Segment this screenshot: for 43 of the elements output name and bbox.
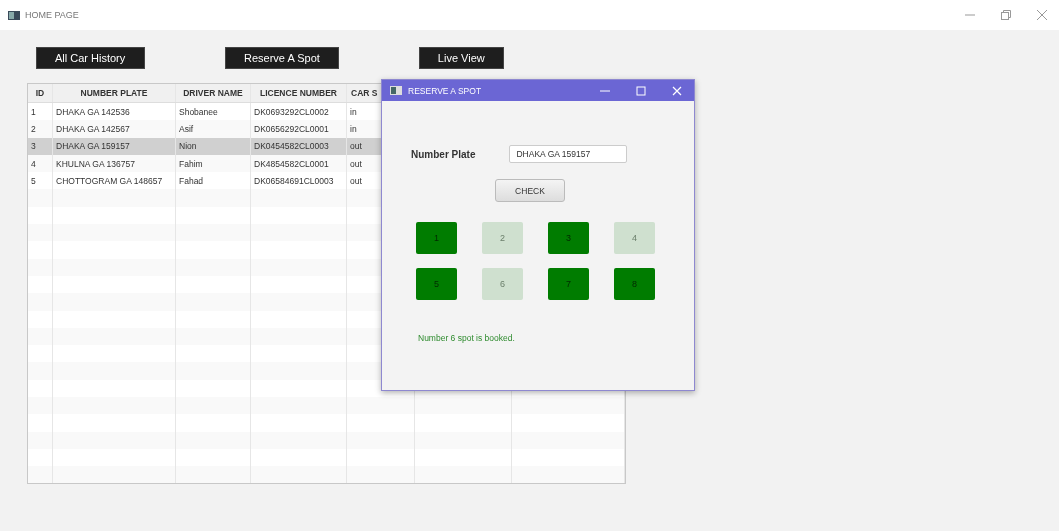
column-header[interactable]: ID	[35, 88, 45, 98]
dialog-title: RESERVE A SPOT	[408, 85, 482, 96]
app-icon	[8, 10, 20, 20]
table-cell: out	[350, 175, 362, 186]
table-cell: DK4854582CL0001	[254, 158, 329, 169]
table-cell: KHULNA GA 136757	[56, 158, 135, 169]
table-cell: CHOTTOGRAM GA 148657	[56, 175, 163, 186]
table-cell: out	[350, 158, 362, 169]
table-cell: Nion	[179, 141, 197, 152]
column-header[interactable]: NUMBER PLATE	[80, 88, 148, 98]
table-cell: DK0656292CL0001	[254, 123, 329, 134]
table-cell: DK06584691CL0003	[254, 175, 334, 186]
column-header[interactable]: DRIVER NAME	[183, 88, 243, 98]
number-plate-field[interactable]: DHAKA GA 159157	[509, 145, 628, 163]
table-cell: 5	[31, 175, 36, 186]
app-icon	[390, 86, 402, 95]
table-cell: DK0454582CL0003	[254, 141, 329, 152]
column-header[interactable]: LICENCE NUMBER	[260, 88, 337, 98]
table-cell: 4	[31, 158, 36, 169]
table-cell: DHAKA GA 159157	[56, 141, 130, 152]
nav-button[interactable]: Reserve A Spot	[225, 47, 339, 69]
table-cell: out	[350, 141, 362, 152]
table-cell: in	[350, 106, 357, 117]
column-header[interactable]: CAR S	[351, 88, 378, 98]
table-cell: DK0693292CL0002	[254, 106, 329, 117]
table-cell: 2	[31, 123, 36, 134]
table-cell: 3	[31, 141, 36, 152]
nav-button[interactable]: All Car History	[36, 47, 145, 69]
table-cell: Asif	[179, 123, 194, 134]
table-cell: Fahad	[179, 175, 204, 186]
close-icon[interactable]	[1037, 10, 1047, 20]
restore-icon[interactable]	[1001, 10, 1011, 20]
table-cell: DHAKA GA 142536	[56, 106, 130, 117]
table-cell: Shobanee	[179, 106, 218, 117]
table-cell: Fahim	[179, 158, 203, 169]
nav-button[interactable]: Live View	[418, 47, 504, 69]
table-cell: 1	[31, 106, 36, 117]
window-title: HOME PAGE	[25, 10, 79, 20]
maximize-icon[interactable]	[636, 85, 646, 96]
table-cell: in	[350, 123, 357, 134]
check-button[interactable]: CHECK	[495, 179, 565, 202]
table-cell: DHAKA GA 142567	[56, 123, 130, 134]
status-message: Number 6 spot is booked.	[418, 333, 516, 343]
